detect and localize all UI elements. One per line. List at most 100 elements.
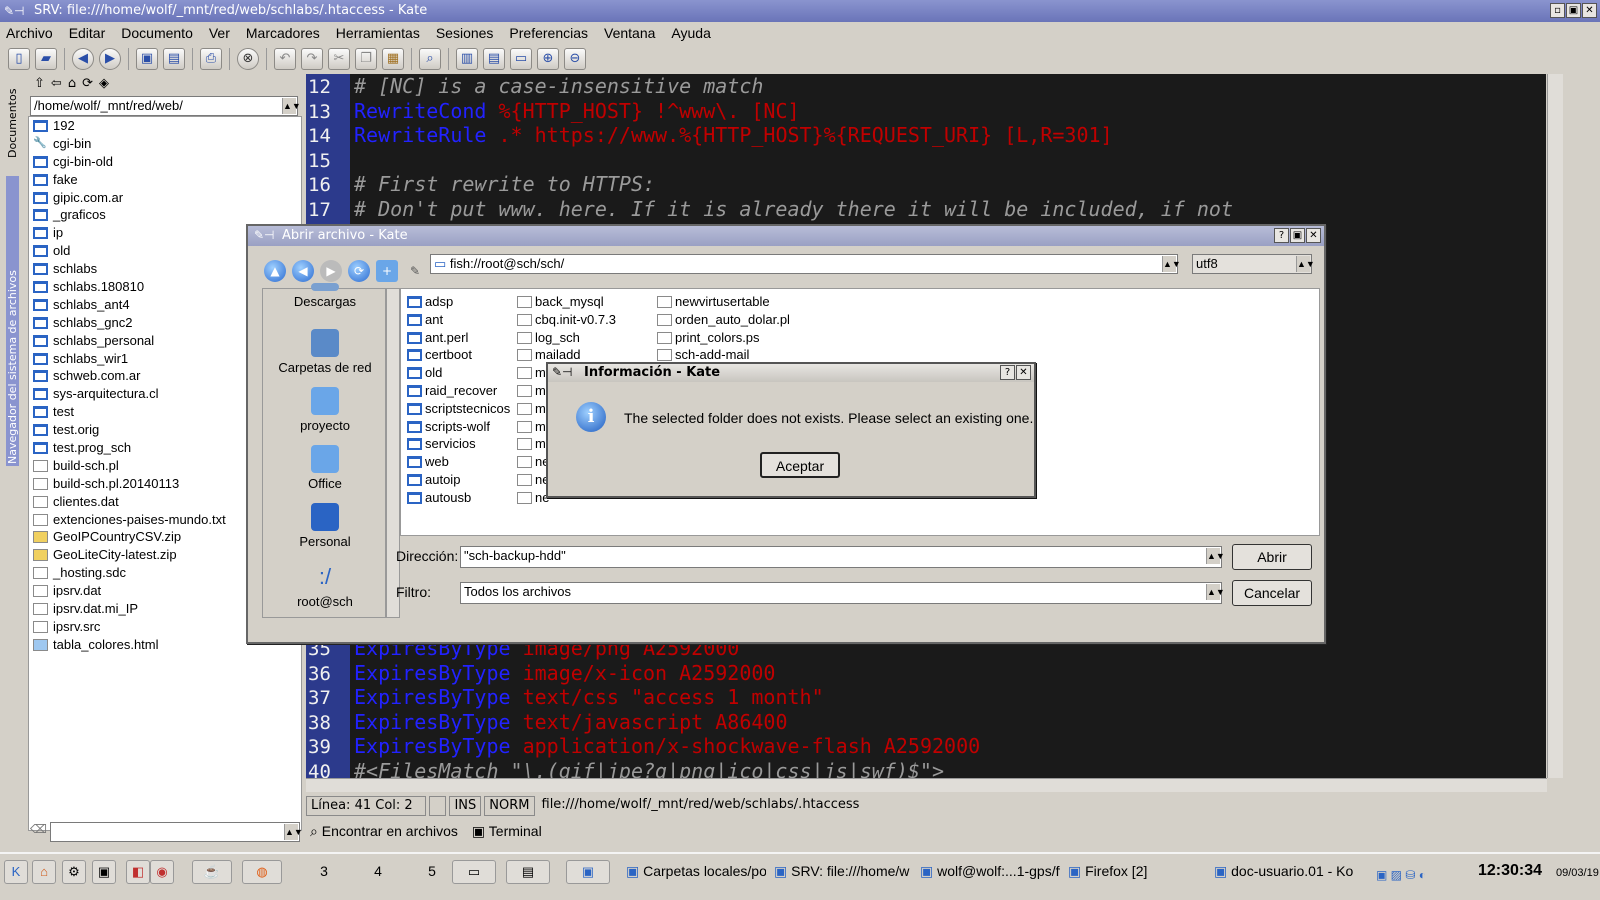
file-item[interactable]: autoip (403, 471, 510, 489)
close-view-icon[interactable]: ▭ (510, 48, 532, 70)
find-icon[interactable]: ⌕ (419, 48, 441, 70)
bookmark-icon[interactable]: ◈ (99, 76, 109, 96)
menu-item-preferencias[interactable]: Preferencias (509, 25, 588, 41)
paste-icon[interactable]: ▦ (382, 48, 404, 70)
network-icon[interactable]: ⚙ (62, 860, 86, 884)
place-office[interactable]: Office (263, 445, 387, 491)
chevron-down-icon[interactable]: ▲▼ (1206, 548, 1225, 564)
app-icon[interactable]: ◧ (126, 860, 150, 884)
chevron-down-icon[interactable]: ▲▼ (1206, 584, 1225, 600)
task-button[interactable]: ▣ doc-usuario.01 - Kon (1214, 860, 1354, 882)
close-window-button[interactable]: ✕ (1582, 3, 1597, 18)
forward-icon[interactable]: ▶ (99, 48, 121, 70)
settings-icon[interactable]: ✎ (404, 260, 426, 282)
tab-filesystem-browser[interactable]: Navegador del sistema de archivos (6, 176, 19, 466)
filter-combo[interactable]: ▲▼ (50, 822, 303, 842)
place-root-sch[interactable]: :/ root@sch (263, 563, 387, 609)
places-scrollbar[interactable] (386, 288, 400, 618)
undo-icon[interactable]: ↶ (274, 48, 296, 70)
save-as-icon[interactable]: ▤ (163, 48, 185, 70)
file-item[interactable]: ant (403, 311, 510, 329)
file-item[interactable]: raid_recover (403, 382, 510, 400)
place-descargas[interactable]: Descargas (263, 283, 387, 309)
file-item[interactable]: newvirtusertable (653, 293, 790, 311)
menu-item-ventana[interactable]: Ventana (604, 25, 655, 41)
java-icon[interactable]: ☕ (192, 860, 232, 884)
tab-terminal[interactable]: ▣ Terminal (472, 823, 542, 840)
file-item[interactable]: orden_auto_dolar.pl (653, 311, 790, 329)
maximize-button[interactable]: ▣ (1290, 228, 1305, 243)
list-item[interactable]: gipic.com.ar (29, 189, 301, 207)
cut-icon[interactable]: ✂ (328, 48, 350, 70)
file-item[interactable]: print_colors.ps (653, 329, 790, 347)
menu-item-documento[interactable]: Documento (121, 25, 193, 41)
window-menu-icon[interactable]: ✎⊣ (4, 3, 30, 19)
menu-item-ayuda[interactable]: Ayuda (671, 25, 710, 41)
dialog-menu-icon[interactable]: ✎⊣ (552, 365, 573, 379)
reload-icon[interactable]: ⟳ (82, 76, 93, 96)
print-icon[interactable]: ⎙ (200, 48, 222, 70)
save-icon[interactable]: ▣ (136, 48, 158, 70)
tab-find-in-files[interactable]: ⌕ Encontrar en archivos (310, 823, 458, 840)
file-item[interactable]: servicios (403, 435, 510, 453)
list-item[interactable]: 192 (29, 117, 301, 135)
firefox-icon[interactable]: ◍ (242, 860, 282, 884)
location-combo[interactable]: ▭ fish://root@sch/sch/ ▲▼ (430, 254, 1181, 274)
kde-menu-icon[interactable]: K (4, 860, 28, 884)
file-item[interactable]: scripts-wolf (403, 418, 510, 436)
help-button[interactable]: ? (1274, 228, 1289, 243)
close-dialog-button[interactable]: ✕ (1306, 228, 1321, 243)
new-folder-icon[interactable]: + (376, 260, 398, 282)
menu-item-herramientas[interactable]: Herramientas (336, 25, 420, 41)
split-horizontal-icon[interactable]: ▤ (483, 48, 505, 70)
back-icon[interactable]: ◀ (72, 48, 94, 70)
file-item[interactable]: back_mysql (513, 293, 616, 311)
place-proyecto[interactable]: proyecto (263, 387, 387, 433)
task-button[interactable]: ▣ wolf@wolf:...1-gps/fw (920, 860, 1060, 882)
path-combo[interactable]: /home/wolf/_mnt/red/web/ ▲▼ (30, 96, 301, 116)
tray-icons[interactable]: ▣ ▨ ⛁ ◐ (1376, 864, 1426, 886)
chevron-down-icon[interactable]: ▲▼ (282, 98, 301, 114)
dialog-titlebar[interactable]: Abrir archivo - Kate (248, 226, 1324, 246)
menu-item-sesiones[interactable]: Sesiones (436, 25, 494, 41)
back-icon[interactable]: ⇦ (51, 76, 62, 96)
task-button[interactable]: ▣ SRV: file:///home/w (774, 860, 914, 882)
file-item[interactable]: certboot (403, 346, 510, 364)
menu-item-editar[interactable]: Editar (69, 25, 106, 41)
task-button[interactable]: ▣ Firefox [2] (1068, 860, 1208, 882)
task-button[interactable]: ▣ Carpetas locales/pos (626, 860, 766, 882)
place-carpetas-de-red[interactable]: Carpetas de red (263, 329, 387, 375)
zoom-out-icon[interactable]: ⊖ (564, 48, 586, 70)
list-item[interactable]: fake (29, 171, 301, 189)
cancel-button[interactable]: Cancelar (1232, 580, 1312, 606)
chevron-down-icon[interactable]: ▲▼ (1162, 256, 1181, 272)
encoding-combo[interactable]: utf8 ▲▼ (1192, 254, 1315, 274)
file-item[interactable]: old (403, 364, 510, 382)
editor-vertical-scrollbar[interactable] (1547, 74, 1563, 778)
tab-documents[interactable]: Documentos (6, 78, 19, 158)
info-titlebar[interactable]: Información - Kate (548, 364, 1034, 382)
open-button[interactable]: Abrir (1232, 544, 1312, 570)
desktop-icon[interactable]: ▣ (92, 860, 116, 884)
list-item[interactable]: _graficos (29, 206, 301, 224)
chevron-down-icon[interactable]: ▲▼ (1296, 256, 1315, 272)
list-item[interactable]: cgi-bin-old (29, 153, 301, 171)
desktop-pager[interactable]: 4 (358, 860, 398, 882)
filtro-combo[interactable]: Todos los archivos ▲▼ (460, 582, 1225, 604)
close-info-button[interactable]: ✕ (1016, 365, 1031, 380)
home-icon[interactable]: ⌂ (68, 76, 76, 96)
open-folder-icon[interactable]: ▰ (35, 48, 57, 70)
desktop-pager[interactable]: ▤ (506, 860, 550, 884)
reload-icon[interactable]: ⟳ (348, 260, 370, 282)
main-titlebar[interactable]: SRV: file:///home/wolf/_mnt/red/web/schl… (0, 0, 1600, 22)
forward-icon[interactable]: ▶ (320, 260, 342, 282)
file-item[interactable]: log_sch (513, 329, 616, 347)
app-icon[interactable]: ◉ (150, 860, 174, 884)
ok-button[interactable]: Aceptar (760, 452, 840, 478)
menu-item-marcadores[interactable]: Marcadores (246, 25, 320, 41)
split-vertical-icon[interactable]: ▥ (456, 48, 478, 70)
copy-icon[interactable]: ❐ (355, 48, 377, 70)
chevron-down-icon[interactable]: ▲▼ (284, 824, 303, 840)
desktop-pager[interactable]: 3 (304, 860, 344, 882)
maximize-button[interactable]: ▣ (1566, 3, 1581, 18)
